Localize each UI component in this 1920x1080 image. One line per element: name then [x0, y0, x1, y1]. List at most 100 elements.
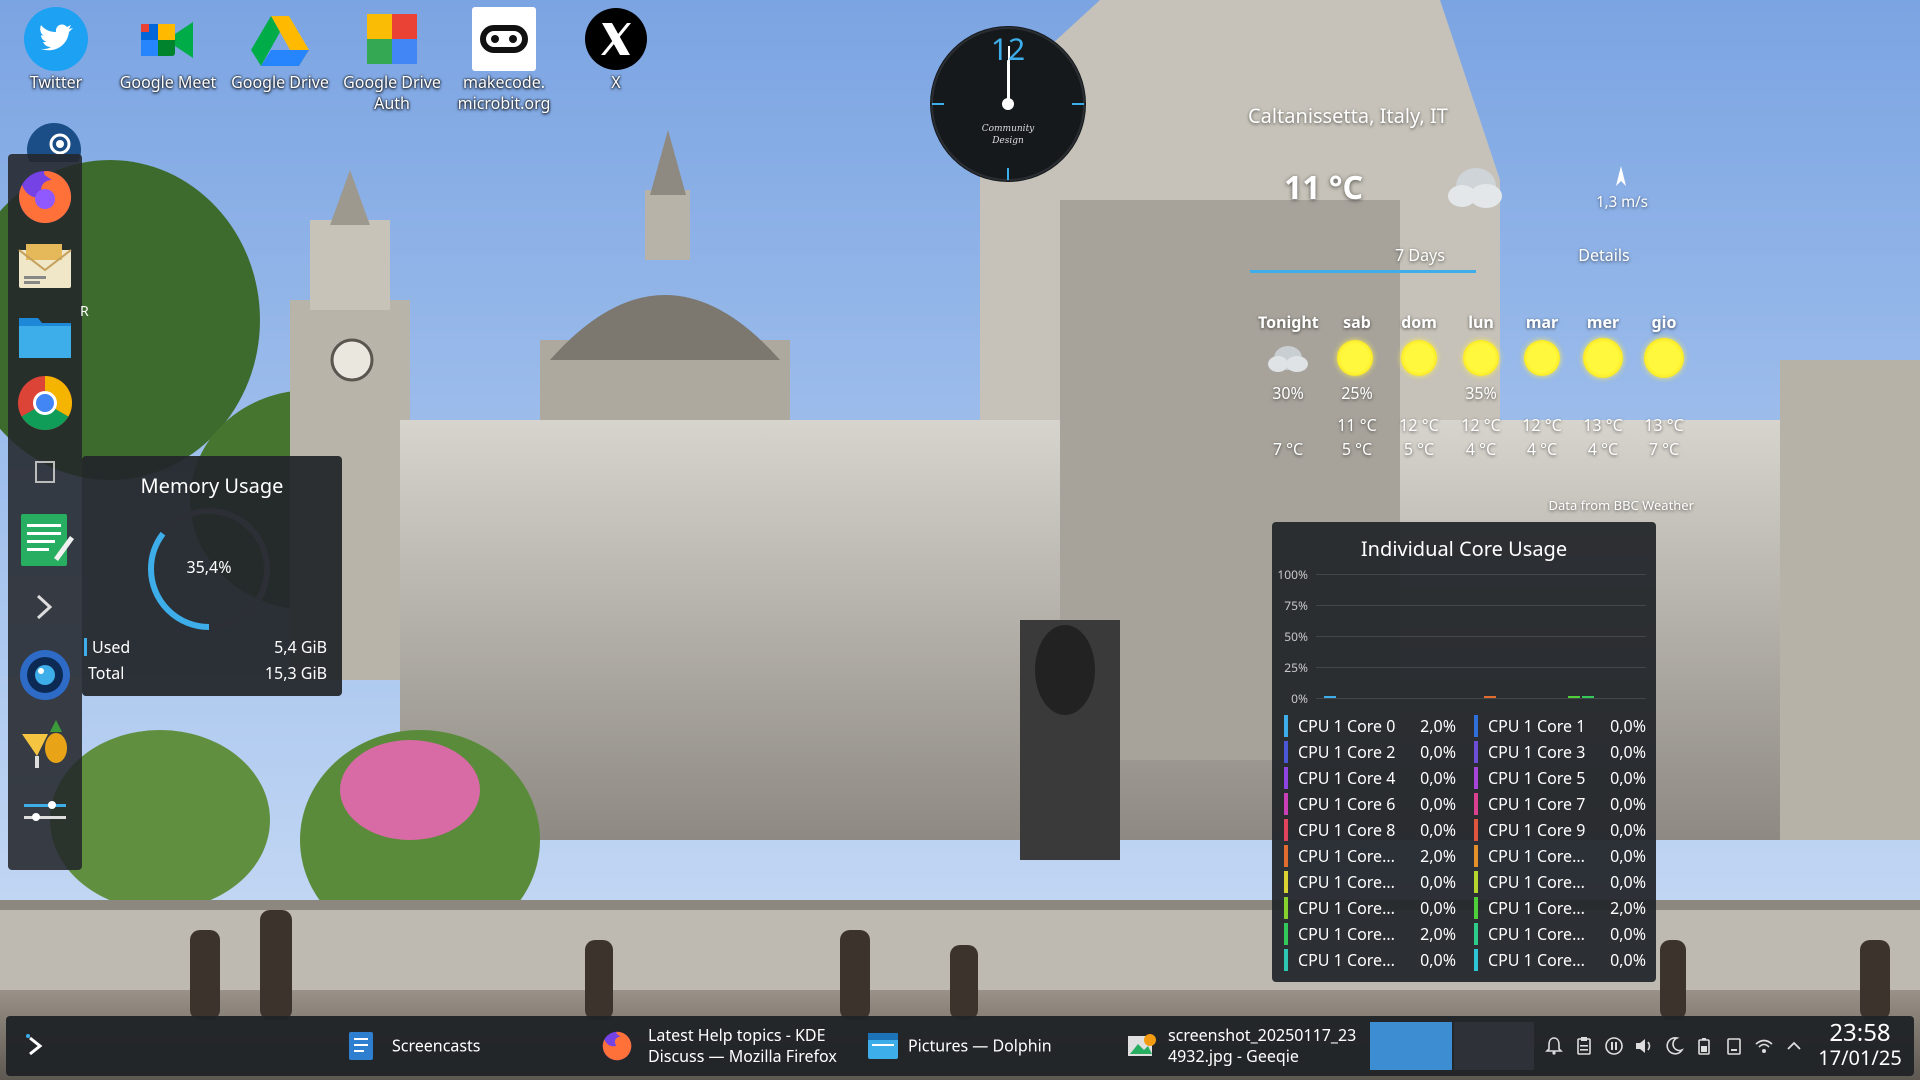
battery-icon[interactable]	[1694, 1036, 1714, 1056]
dock-settings[interactable]	[14, 780, 76, 842]
desktop-icon-twitter[interactable]: Twitter	[0, 6, 112, 93]
core-name: CPU 1 Core 9	[1488, 819, 1586, 841]
analog-clock-widget[interactable]: 12 Community Design	[928, 24, 1088, 184]
memory-total-label: Total	[88, 662, 125, 684]
tropical-drink-icon	[22, 720, 67, 768]
dock-notes[interactable]	[14, 440, 76, 502]
forecast-high: 12 °C	[1399, 414, 1439, 436]
core-name: CPU 1 Core 5	[1488, 767, 1586, 789]
tab-7-days[interactable]: 7 Days	[1320, 244, 1520, 266]
forecast-precip: 25%	[1341, 382, 1373, 404]
sun-cloud-icon	[1524, 340, 1560, 376]
clock-brand-line2: Design	[992, 136, 1024, 146]
pager-desktop-1[interactable]	[1370, 1022, 1452, 1070]
core-row: CPU 1 Core... 2,0%	[1474, 897, 1646, 919]
dock-camera[interactable]	[14, 644, 76, 706]
dock-chrome[interactable]	[14, 372, 76, 434]
desktop-icon-label: Google Meet	[119, 71, 217, 93]
axis-label-50: 50%	[1284, 628, 1308, 645]
microbit-icon	[472, 7, 536, 71]
core-row: CPU 1 Core 7 0,0%	[1474, 793, 1646, 815]
core-name: CPU 1 Core 6	[1298, 793, 1396, 815]
memory-percent: 35,4%	[186, 556, 232, 578]
digital-clock[interactable]: 23:58 17/01/25	[1814, 1020, 1906, 1070]
core-history-blip	[1568, 696, 1580, 698]
firefox-icon	[19, 170, 72, 223]
memory-used-value: 5,4 GiB	[274, 636, 327, 658]
task-firefox[interactable]: Latest Help topics - KDE Discuss — Mozil…	[588, 1016, 846, 1076]
dock-terminal[interactable]	[14, 576, 76, 638]
task-title: Screencasts	[392, 1034, 481, 1057]
folder-icon	[19, 318, 71, 358]
core-value: 0,0%	[1610, 819, 1646, 841]
forecast-high: 12 °C	[1461, 414, 1501, 436]
forecast-day-name: sab	[1343, 311, 1371, 333]
core-name: CPU 1 Core...	[1488, 897, 1585, 919]
core-value: 0,0%	[1610, 923, 1646, 945]
wifi-icon[interactable]	[1754, 1036, 1774, 1056]
grid-line	[1316, 605, 1646, 606]
chrome-icon	[18, 376, 73, 431]
forecast-low: 5 °C	[1403, 438, 1435, 460]
clipboard-icon[interactable]	[1574, 1036, 1594, 1056]
core-row: CPU 1 Core 4 0,0%	[1284, 767, 1456, 789]
task-geeqie[interactable]: screenshot_20250117_23 4932.jpg - Geeqie	[1116, 1016, 1366, 1076]
core-usage-widget[interactable]: Individual Core Usage 100% 75% 50% 25% 0…	[1272, 522, 1656, 982]
core-value: 0,0%	[1420, 741, 1456, 763]
google-drive-icon	[251, 16, 309, 66]
pager-desktop-2[interactable]	[1454, 1022, 1534, 1070]
device-icon[interactable]	[1724, 1036, 1744, 1056]
night-color-icon[interactable]	[1664, 1036, 1684, 1056]
application-launcher-button[interactable]	[18, 1030, 50, 1062]
core-row: CPU 1 Core 6 0,0%	[1284, 793, 1456, 815]
core-name: CPU 1 Core...	[1298, 949, 1395, 971]
desktop-icon-x[interactable]: X	[560, 6, 672, 93]
core-row: CPU 1 Core... 0,0%	[1474, 949, 1646, 971]
core-row: CPU 1 Core... 0,0%	[1284, 897, 1456, 919]
google-drive-auth-icon	[367, 14, 417, 64]
volume-icon[interactable]	[1634, 1036, 1654, 1056]
forecast-low: 4 °C	[1465, 438, 1497, 460]
dock-mail[interactable]	[14, 236, 76, 298]
desktop-icon-label: X	[611, 71, 621, 93]
desktop-icon-google-meet[interactable]: Google Meet	[112, 6, 224, 93]
grid-line	[1316, 667, 1646, 668]
media-pause-icon[interactable]	[1604, 1036, 1624, 1056]
forecast-day-name: lun	[1468, 311, 1494, 333]
terminal-icon	[36, 594, 53, 620]
notifications-icon[interactable]	[1544, 1036, 1564, 1056]
desktop-icon-makecode[interactable]: makecode. microbit.org	[448, 6, 560, 114]
axis-label-25: 25%	[1284, 659, 1308, 676]
dock-tropical-app[interactable]	[14, 712, 76, 774]
dock-files[interactable]	[14, 304, 76, 366]
desktop-icon-google-drive[interactable]: Google Drive	[224, 6, 336, 93]
core-row: CPU 1 Core 0 2,0%	[1284, 715, 1456, 737]
clock-date: 17/01/25	[1818, 1044, 1902, 1071]
dock-firefox[interactable]	[14, 166, 76, 228]
core-value: 0,0%	[1610, 793, 1646, 815]
task-screencasts[interactable]: Screencasts	[328, 1016, 578, 1076]
core-row: CPU 1 Core... 0,0%	[1474, 845, 1646, 867]
desktop-icon-google-drive-auth[interactable]: Google Drive Auth	[336, 6, 448, 114]
core-row: CPU 1 Core 9 0,0%	[1474, 819, 1646, 841]
core-row: CPU 1 Core 3 0,0%	[1474, 741, 1646, 763]
core-value: 0,0%	[1610, 741, 1646, 763]
task-dolphin[interactable]: Pictures — Dolphin	[856, 1016, 1106, 1076]
memory-usage-widget[interactable]: Memory Usage 35,4% Used 5,4 GiB Total 15…	[82, 456, 342, 696]
note-icon	[35, 461, 55, 483]
core-row: CPU 1 Core 5 0,0%	[1474, 767, 1646, 789]
dock-text-editor[interactable]	[14, 508, 76, 570]
weather-temperature: 11 °C	[1284, 166, 1364, 209]
settings-sliders-icon	[24, 801, 66, 821]
core-value: 0,0%	[1420, 897, 1456, 919]
forecast-high: 13 °C	[1583, 414, 1623, 436]
tab-details[interactable]: Details	[1534, 244, 1674, 266]
expand-tray-icon[interactable]	[1784, 1036, 1804, 1056]
google-meet-icon	[141, 22, 193, 58]
core-value: 0,0%	[1610, 949, 1646, 971]
task-title: screenshot_20250117_23 4932.jpg - Geeqie	[1168, 1024, 1357, 1067]
weather-wind: 1,3 m/s	[1596, 192, 1648, 212]
core-row: CPU 1 Core 2 0,0%	[1284, 741, 1456, 763]
taskbar: Screencasts Latest Help topics - KDE Dis…	[6, 1016, 1914, 1076]
core-name: CPU 1 Core...	[1488, 949, 1585, 971]
